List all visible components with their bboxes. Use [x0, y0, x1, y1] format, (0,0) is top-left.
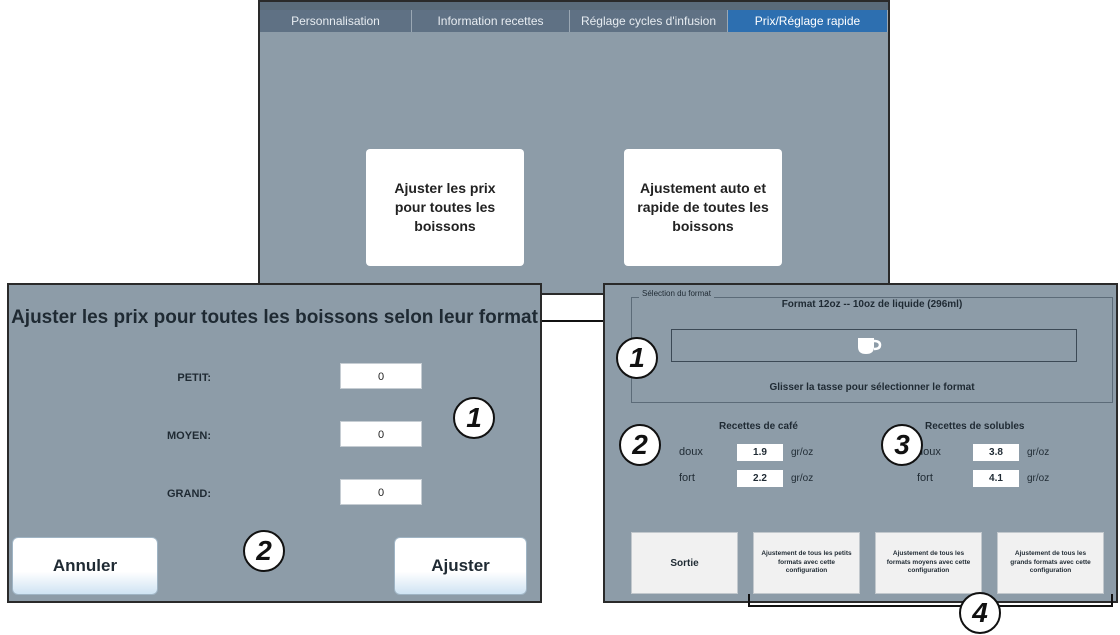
bracket-tick-right [1111, 594, 1113, 606]
soluble-fort-input[interactable]: 4.1 [973, 470, 1019, 487]
coffee-doux-unit: gr/oz [791, 447, 814, 458]
soluble-doux-input[interactable]: 3.8 [973, 444, 1019, 461]
coffee-recipes-heading: Recettes de café [719, 421, 798, 432]
tab-information-recettes[interactable]: Information recettes [412, 10, 570, 32]
price-adjust-dialog: Ajuster les prix pour toutes les boisson… [7, 283, 542, 603]
adjust-medium-formats-button[interactable]: Ajustement de tous les formats moyens av… [875, 532, 982, 594]
cup-icon[interactable] [856, 335, 882, 357]
callout-1-right: 1 [616, 337, 658, 379]
format-config-dialog: Sélection du format Format 12oz -- 10oz … [603, 283, 1118, 603]
adjust-large-label: Ajustement de tous les grands formats av… [1010, 550, 1091, 575]
moyen-price-input[interactable]: 0 [340, 421, 422, 447]
format-hint: Glisser la tasse pour sélectionner le fo… [769, 382, 975, 393]
grand-price-input[interactable]: 0 [340, 479, 422, 505]
petit-price-input[interactable]: 0 [340, 363, 422, 389]
callout-4: 4 [959, 592, 1001, 634]
soluble-fort-label: fort [917, 472, 933, 484]
grand-label: GRAND: [167, 488, 211, 500]
callout-2-left: 2 [243, 530, 285, 572]
coffee-doux-label: doux [679, 446, 703, 458]
adjust-medium-label: Ajustement de tous les formats moyens av… [886, 550, 971, 575]
tab-personnalisation[interactable]: Personnalisation [260, 10, 412, 32]
tabs-top-strip [260, 2, 888, 10]
callout-2-right: 2 [619, 424, 661, 466]
dialog-title: Ajuster les prix pour toutes les boisson… [11, 307, 538, 328]
coffee-fort-label: fort [679, 472, 695, 484]
moyen-label: MOYEN: [167, 430, 211, 442]
soluble-recipes-heading: Recettes de solubles [925, 421, 1025, 432]
bracket-line [748, 605, 1113, 607]
coffee-fort-input[interactable]: 2.2 [737, 470, 783, 487]
adjust-button[interactable]: Ajuster [394, 537, 527, 595]
adjust-small-formats-button[interactable]: Ajustement de tous les petits formats av… [753, 532, 860, 594]
auto-adjust-button[interactable]: Ajustement auto et rapide de toutes les … [624, 149, 782, 266]
exit-button[interactable]: Sortie [631, 532, 738, 594]
adjust-large-formats-button[interactable]: Ajustement de tous les grands formats av… [997, 532, 1104, 594]
cancel-button[interactable]: Annuler [12, 537, 158, 595]
petit-label: PETIT: [177, 372, 211, 384]
top-screen: Personnalisation Information recettes Ré… [258, 0, 890, 295]
bracket-tick-left [748, 594, 750, 606]
format-selection-legend: Sélection du format [639, 289, 714, 298]
adjust-prices-button[interactable]: Ajuster les prix pour toutes les boisson… [366, 149, 524, 266]
tab-prix-reglage-rapide[interactable]: Prix/Réglage rapide [728, 10, 888, 32]
adjust-small-label: Ajustement de tous les petits formats av… [761, 550, 852, 575]
callout-3-right: 3 [881, 424, 923, 466]
coffee-doux-input[interactable]: 1.9 [737, 444, 783, 461]
connector-line-bottom [542, 320, 604, 322]
adjust-prices-label: Ajuster les prix pour toutes les boisson… [394, 180, 496, 234]
format-title: Format 12oz -- 10oz de liquide (296ml) [781, 299, 963, 310]
soluble-doux-unit: gr/oz [1027, 447, 1050, 458]
coffee-fort-unit: gr/oz [791, 473, 814, 484]
soluble-fort-unit: gr/oz [1027, 473, 1050, 484]
callout-1-left: 1 [453, 397, 495, 439]
tab-reglage-cycles[interactable]: Réglage cycles d'infusion [570, 10, 728, 32]
format-slider-track[interactable] [671, 329, 1077, 362]
exit-label: Sortie [670, 557, 699, 569]
auto-adjust-label: Ajustement auto et rapide de toutes les … [637, 180, 769, 234]
